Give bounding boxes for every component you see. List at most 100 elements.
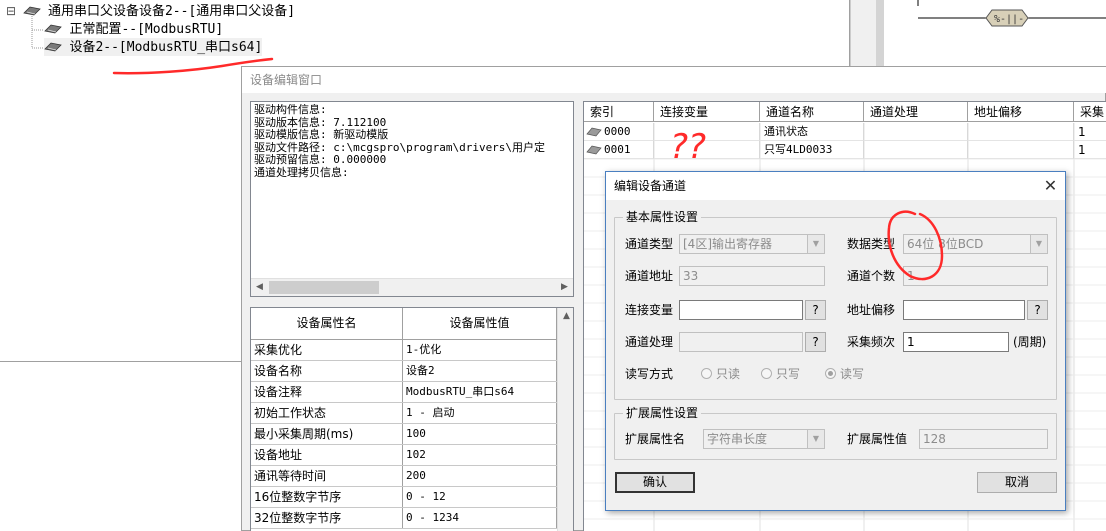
channel-type-select[interactable]: [4区]输出寄存器 ▼ xyxy=(679,234,825,254)
channel-address-field[interactable]: 33 xyxy=(679,266,825,286)
property-row[interactable]: 设备地址 102 xyxy=(251,445,557,466)
confirm-button[interactable]: 确认 xyxy=(615,472,695,493)
property-row[interactable]: 采集优化 1-优化 xyxy=(251,340,557,361)
radio-read-only[interactable]: 只读 xyxy=(701,364,740,384)
driver-info-line: 驱动构件信息: xyxy=(254,104,327,116)
table-cell[interactable] xyxy=(654,141,760,159)
tree-item-normal-config[interactable]: 正常配置--[ModbusRTU] xyxy=(44,20,223,38)
collect-frequency-input[interactable]: 1 xyxy=(903,332,1009,352)
property-value-cell[interactable]: ModbusRTU_串口s64 xyxy=(403,382,557,402)
property-value-cell[interactable]: 200 xyxy=(403,466,557,486)
table-cell[interactable]: 只写4LD0033 xyxy=(760,141,864,159)
property-value-cell[interactable]: 1-优化 xyxy=(403,340,557,360)
chevron-down-icon[interactable]: ▼ xyxy=(807,430,824,448)
channel-process-field[interactable] xyxy=(679,332,803,352)
tree-item-label: 正常配置--[ModbusRTU] xyxy=(69,22,224,37)
property-row[interactable]: 初始工作状态 1 - 启动 xyxy=(251,403,557,424)
driver-info-line: 驱动预留信息: 0.000000 xyxy=(254,153,387,166)
channel-count-label: 通道个数 xyxy=(847,269,896,283)
table-cell[interactable] xyxy=(968,141,1074,159)
tree-item-device2[interactable]: 设备2--[ModbusRTU_串口s64] xyxy=(44,38,263,56)
scroll-left-icon[interactable]: ◀ xyxy=(251,279,268,296)
info-horizontal-scrollbar[interactable]: ◀ ▶ xyxy=(251,278,573,296)
tree-item-label: 通用串口父设备设备2--[通用串口父设备] xyxy=(47,4,296,19)
chevron-down-icon[interactable]: ▼ xyxy=(1030,235,1047,253)
property-row[interactable]: 通讯等待时间 200 xyxy=(251,466,557,487)
property-value-cell[interactable]: 0 - 1234 xyxy=(403,508,557,528)
channel-count-field[interactable]: 1 xyxy=(903,266,1048,286)
table-cell[interactable]: 1 xyxy=(1074,123,1106,141)
ext-property-value-field[interactable]: 128 xyxy=(919,429,1048,449)
property-row[interactable]: 设备名称 设备2 xyxy=(251,361,557,382)
table-cell[interactable] xyxy=(864,141,968,159)
radio-write-only[interactable]: 只写 xyxy=(761,364,800,384)
property-row[interactable]: 32位整数字节序 0 - 1234 xyxy=(251,508,557,529)
column-header-prop-value: 设备属性值 xyxy=(403,308,557,339)
group-title: 基本属性设置 xyxy=(623,209,702,225)
column-header[interactable]: 采集 xyxy=(1074,102,1106,122)
property-row[interactable]: 最小采集周期(ms) 100 xyxy=(251,424,557,445)
column-header[interactable]: 索引 xyxy=(584,102,654,122)
column-header[interactable]: 连接变量 xyxy=(654,102,760,122)
property-value-cell[interactable]: 102 xyxy=(403,445,557,465)
data-type-value: 64位 8位BCD xyxy=(907,237,984,251)
column-header[interactable]: 通道名称 xyxy=(760,102,864,122)
radio-label: 只读 xyxy=(716,367,741,381)
column-header[interactable]: 地址偏移 xyxy=(968,102,1074,122)
property-name-cell: 最小采集周期(ms) xyxy=(251,424,403,444)
property-name-cell: 设备地址 xyxy=(251,445,403,465)
ext-property-name-select[interactable]: 字符串长度 ▼ xyxy=(703,429,825,449)
address-offset-browse-button[interactable]: ? xyxy=(1027,300,1048,320)
table-cell[interactable]: 通讯状态 xyxy=(760,123,864,141)
scroll-up-icon[interactable]: ▲ xyxy=(558,308,573,325)
channel-type-label: 通道类型 xyxy=(625,237,674,251)
link-variable-input[interactable] xyxy=(679,300,803,320)
property-name-cell: 32位整数字节序 xyxy=(251,508,403,528)
scroll-thumb[interactable] xyxy=(269,281,379,294)
scroll-right-icon[interactable]: ▶ xyxy=(556,279,573,296)
driver-info-text: 驱动构件信息: 驱动版本信息: 7.112100 驱动模版信息: 新驱动模版 驱动文件… xyxy=(254,104,572,276)
extended-properties-group: 扩展属性设置 扩展属性名 字符串长度 ▼ 扩展属性值 128 xyxy=(614,405,1057,460)
svg-text:%-||-: %-||- xyxy=(994,14,1024,25)
device-property-grid: 设备属性名 设备属性值 采集优化 1-优化 设备名称 设备2 设备注释 ModbusRTU… xyxy=(250,307,574,531)
property-value-cell[interactable]: 100 xyxy=(403,424,557,444)
close-icon[interactable]: ✕ xyxy=(1036,172,1065,200)
radio-label: 只写 xyxy=(776,367,801,381)
property-name-cell: 设备名称 xyxy=(251,361,403,381)
channel-icon xyxy=(586,127,602,137)
property-name-cell: 通讯等待时间 xyxy=(251,466,403,486)
radio-read-write[interactable]: 读写 xyxy=(825,364,864,384)
column-header[interactable]: 通道处理 xyxy=(864,102,968,122)
collect-frequency-label: 采集频次 xyxy=(847,335,896,349)
cancel-button[interactable]: 取消 xyxy=(977,472,1057,493)
link-variable-browse-button[interactable]: ? xyxy=(805,300,826,320)
channel-type-value: [4区]输出寄存器 xyxy=(683,237,772,251)
table-cell[interactable] xyxy=(968,123,1074,141)
chevron-down-icon[interactable]: ▼ xyxy=(807,235,824,253)
channel-process-browse-button[interactable]: ? xyxy=(805,332,826,352)
property-row[interactable]: 设备注释 ModbusRTU_串口s64 xyxy=(251,382,557,403)
basic-properties-group: 基本属性设置 通道类型 [4区]输出寄存器 ▼ 数据类型 64位 8位BCD ▼… xyxy=(614,209,1057,400)
property-vertical-scrollbar[interactable]: ▲ xyxy=(557,308,573,531)
table-cell[interactable] xyxy=(864,123,968,141)
channel-process-label: 通道处理 xyxy=(625,335,674,349)
group-title: 扩展属性设置 xyxy=(623,405,702,421)
ext-property-name-value: 字符串长度 xyxy=(707,432,768,446)
table-cell[interactable]: 1 xyxy=(1074,141,1106,159)
property-value-cell[interactable]: 1 - 启动 xyxy=(403,403,557,423)
property-value-cell[interactable]: 0 - 12 xyxy=(403,487,557,507)
radio-icon xyxy=(701,368,712,379)
ladder-contact-icon: %-||- xyxy=(917,0,1106,27)
dialog-titlebar: 编辑设备通道 ✕ xyxy=(606,172,1065,200)
property-row[interactable]: 16位整数字节序 0 - 12 xyxy=(251,487,557,508)
property-name-cell: 初始工作状态 xyxy=(251,403,403,423)
channel-address-label: 通道地址 xyxy=(625,269,674,283)
property-value-cell[interactable]: 设备2 xyxy=(403,361,557,381)
radio-label: 读写 xyxy=(840,367,865,381)
link-variable-label: 连接变量 xyxy=(625,303,674,317)
table-cell[interactable] xyxy=(654,123,760,141)
data-type-select[interactable]: 64位 8位BCD ▼ xyxy=(903,234,1048,254)
edit-channel-dialog: 编辑设备通道 ✕ 基本属性设置 通道类型 [4区]输出寄存器 ▼ 数据类型 64… xyxy=(605,171,1066,511)
driver-info-line: 通道处理拷贝信息: xyxy=(254,165,349,179)
address-offset-input[interactable] xyxy=(903,300,1025,320)
